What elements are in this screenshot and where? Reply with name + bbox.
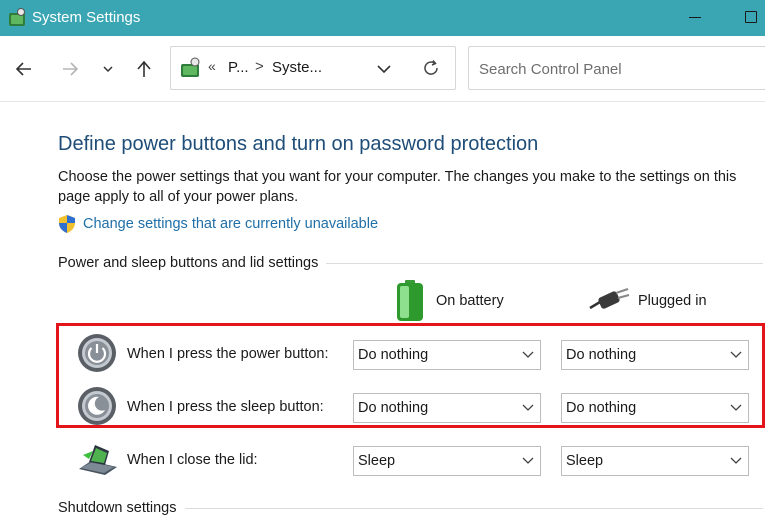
section-title-buttons-lid: Power and sleep buttons and lid settings bbox=[58, 255, 327, 271]
up-button[interactable] bbox=[131, 56, 157, 82]
breadcrumb-separator: > bbox=[255, 58, 264, 75]
maximize-button[interactable] bbox=[745, 11, 757, 23]
page-description: Choose the power settings that you want … bbox=[58, 169, 737, 205]
power-button-icon bbox=[78, 334, 116, 372]
navigation-bar: « P... > Syste... Search Control Panel bbox=[0, 36, 765, 102]
select-value: Do nothing bbox=[566, 347, 637, 363]
chevron-down-icon[interactable] bbox=[375, 60, 393, 78]
recent-locations-button[interactable] bbox=[95, 56, 121, 82]
address-bar[interactable]: « P... > Syste... bbox=[170, 46, 456, 90]
select-value: Sleep bbox=[358, 453, 396, 469]
battery-icon bbox=[397, 280, 423, 321]
page-title: Define power buttons and turn on passwor… bbox=[58, 133, 539, 155]
select-value: Do nothing bbox=[358, 400, 429, 416]
chevron-down-icon bbox=[103, 66, 113, 73]
select-value: Do nothing bbox=[566, 400, 637, 416]
breadcrumb-item[interactable]: P... bbox=[228, 59, 249, 76]
arrow-up-icon bbox=[137, 60, 151, 77]
select-value: Do nothing bbox=[358, 347, 429, 363]
search-placeholder: Search Control Panel bbox=[479, 61, 622, 78]
close-lid-battery-select[interactable]: Sleep bbox=[353, 446, 541, 476]
chevron-down-icon bbox=[730, 351, 742, 358]
title-bar: System Settings bbox=[0, 0, 765, 36]
search-input[interactable]: Search Control Panel bbox=[468, 46, 765, 90]
power-button-battery-select[interactable]: Do nothing bbox=[353, 340, 541, 370]
arrow-left-icon bbox=[15, 62, 31, 76]
window-title: System Settings bbox=[32, 9, 141, 26]
power-button-plugged-select[interactable]: Do nothing bbox=[561, 340, 749, 370]
chevron-down-icon bbox=[522, 351, 534, 358]
chevron-down-icon bbox=[522, 404, 534, 411]
laptop-lid-icon bbox=[79, 445, 117, 475]
sleep-button-battery-select[interactable]: Do nothing bbox=[353, 393, 541, 423]
control-panel-icon bbox=[9, 8, 25, 26]
close-lid-plugged-select[interactable]: Sleep bbox=[561, 446, 749, 476]
breadcrumb-item[interactable]: Syste... bbox=[272, 59, 322, 76]
close-lid-label: When I close the lid: bbox=[127, 452, 258, 468]
select-value: Sleep bbox=[566, 453, 604, 469]
arrow-right-icon bbox=[63, 62, 79, 76]
chevron-down-icon bbox=[522, 457, 534, 464]
column-plugged-in: Plugged in bbox=[638, 293, 707, 309]
shield-icon bbox=[59, 215, 75, 233]
chevron-down-icon bbox=[730, 457, 742, 464]
power-plug-icon bbox=[589, 288, 630, 310]
back-button[interactable] bbox=[11, 56, 37, 82]
change-settings-link[interactable]: Change settings that are currently unava… bbox=[83, 216, 378, 232]
chevron-down-icon bbox=[730, 404, 742, 411]
sleep-button-icon bbox=[78, 387, 116, 425]
section-title-shutdown: Shutdown settings bbox=[58, 500, 185, 516]
refresh-icon[interactable] bbox=[421, 58, 441, 78]
breadcrumb-overflow-button[interactable]: « bbox=[208, 58, 216, 74]
control-panel-icon bbox=[181, 57, 200, 77]
minimize-button[interactable] bbox=[689, 17, 701, 18]
power-button-label: When I press the power button: bbox=[127, 346, 329, 362]
column-on-battery: On battery bbox=[436, 293, 504, 309]
forward-button[interactable] bbox=[57, 56, 83, 82]
sleep-button-plugged-select[interactable]: Do nothing bbox=[561, 393, 749, 423]
sleep-button-label: When I press the sleep button: bbox=[127, 399, 324, 415]
